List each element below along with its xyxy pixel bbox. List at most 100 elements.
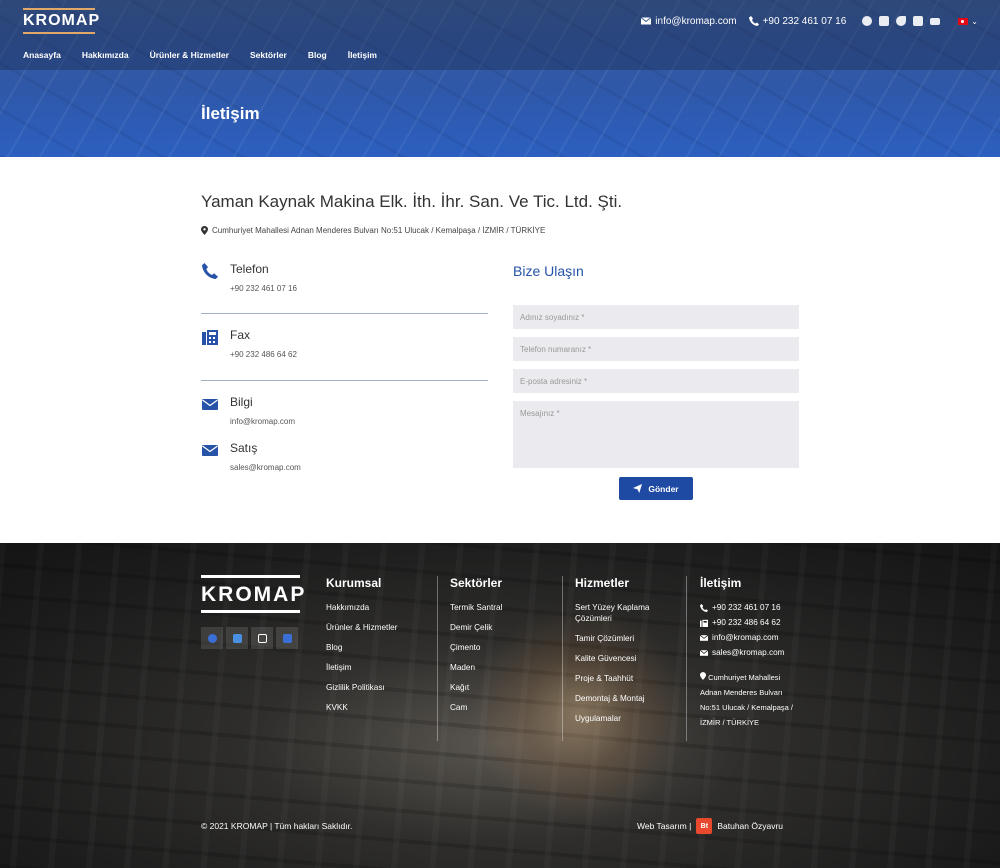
language-selector[interactable]: ⌄ — [958, 17, 978, 26]
footer-email[interactable]: info@kromap.com — [700, 632, 810, 643]
footer-divider — [686, 576, 687, 741]
footer-link[interactable]: Ürünler & Hizmetler — [326, 622, 397, 633]
footer-link[interactable]: Gizlilik Politikası — [326, 682, 397, 693]
phone-input[interactable]: Telefon numaranız * — [513, 337, 799, 361]
footer-link[interactable]: KVKK — [326, 702, 397, 713]
company-name: Yaman Kaynak Makina Elk. İth. İhr. San. … — [201, 192, 623, 211]
hero-banner: KROMAP info@kromap.com +90 232 461 07 16… — [0, 0, 1000, 157]
map-pin-icon — [201, 226, 208, 235]
site-logo[interactable]: KROMAP — [23, 8, 99, 34]
nav-home[interactable]: Anasayfa — [23, 50, 61, 60]
footer-col-title: Sektörler — [450, 576, 503, 590]
footer-link[interactable]: Çimento — [450, 642, 502, 653]
footer-link[interactable]: Cam — [450, 702, 502, 713]
footer-sales-email[interactable]: sales@kromap.com — [700, 647, 810, 658]
linkedin-icon[interactable] — [913, 16, 924, 26]
turkey-flag-icon — [958, 17, 969, 25]
footer-social-links — [201, 627, 298, 649]
footer-col-iletisim: İletişim +90 232 461 07 16 +90 232 486 6… — [700, 576, 810, 734]
linkedin-icon[interactable] — [276, 627, 298, 649]
twitter-icon[interactable] — [896, 16, 907, 26]
nav-contact[interactable]: İletişim — [348, 50, 377, 60]
contact-sales-value[interactable]: sales@kromap.com — [230, 463, 301, 472]
footer-link[interactable]: Maden — [450, 662, 502, 673]
footer-divider — [437, 576, 438, 741]
nav-about[interactable]: Hakkımızda — [82, 50, 129, 60]
facebook-icon[interactable] — [201, 627, 223, 649]
contact-divider — [201, 380, 488, 381]
twitter-icon[interactable] — [226, 627, 248, 649]
youtube-icon[interactable] — [930, 17, 941, 25]
contact-phone-value[interactable]: +90 232 461 07 16 — [230, 284, 297, 293]
chevron-down-icon: ⌄ — [971, 16, 978, 26]
envelope-icon — [202, 445, 218, 456]
send-button[interactable]: Gönder — [619, 477, 693, 500]
footer-col-title: Kurumsal — [326, 576, 382, 590]
company-address: Cumhuriyet Mahallesi Adnan Menderes Bulv… — [201, 226, 545, 235]
contact-fax-title: Fax — [230, 328, 251, 342]
instagram-icon[interactable] — [251, 627, 273, 649]
envelope-icon — [202, 399, 218, 410]
main-nav: Anasayfa Hakkımızda Ürünler & Hizmetler … — [23, 50, 377, 60]
copyright: © 2021 KROMAP | Tüm hakları Saklıdır. — [201, 821, 353, 831]
name-input[interactable]: Adınız soyadınız * — [513, 305, 799, 329]
credit-label: Web Tasarım | — [637, 821, 692, 831]
footer-col-title: İletişim — [700, 576, 742, 590]
footer-link[interactable]: İletişim — [326, 662, 397, 673]
header-email-link[interactable]: info@kromap.com — [641, 15, 737, 27]
header-phone-link[interactable]: +90 232 461 07 16 — [748, 15, 847, 27]
designer-credit[interactable]: Web Tasarım | Bt Batuhan Özyavru — [637, 818, 783, 834]
header-phone: +90 232 461 07 16 — [762, 15, 847, 27]
footer-link[interactable]: Hakkımızda — [326, 602, 397, 613]
footer-link[interactable]: Tamir Çözümleri — [575, 633, 675, 644]
email-input[interactable]: E-posta adresiniz * — [513, 369, 799, 393]
footer-link[interactable]: Uygulamalar — [575, 713, 675, 724]
contact-phone-title: Telefon — [230, 262, 269, 276]
contact-fax-value: +90 232 486 64 62 — [230, 350, 297, 359]
footer-col-title: Hizmetler — [575, 576, 630, 590]
nav-products[interactable]: Ürünler & Hizmetler — [150, 50, 229, 60]
contact-sales-title: Satış — [230, 441, 258, 455]
footer: KROMAP Kurumsal Hakkımızda Ürünler & Hiz… — [0, 543, 1000, 868]
envelope-icon — [700, 634, 708, 641]
phone-icon — [202, 263, 218, 279]
footer-link[interactable]: Kağıt — [450, 682, 502, 693]
footer-link[interactable]: Termik Santral — [450, 602, 502, 613]
contact-info-value[interactable]: info@kromap.com — [230, 417, 295, 426]
credit-name: Batuhan Özyavru — [717, 821, 784, 831]
footer-link[interactable]: Kalite Güvencesi — [575, 653, 675, 664]
footer-divider — [562, 576, 563, 741]
phone-icon — [700, 603, 708, 612]
address-text: Cumhuriyet Mahallesi Adnan Menderes Bulv… — [212, 226, 546, 235]
contact-divider — [201, 313, 488, 314]
footer-link[interactable]: Demir Çelik — [450, 622, 502, 633]
contact-info-title: Bilgi — [230, 395, 253, 409]
footer-link[interactable]: Proje & Taahhüt — [575, 673, 675, 684]
phone-icon — [748, 16, 759, 26]
footer-link[interactable]: Sert Yüzey Kaplama Çözümleri — [575, 602, 675, 624]
contact-sales: Satış sales@kromap.com — [201, 441, 488, 481]
message-textarea[interactable]: Mesajınız * — [513, 401, 799, 468]
instagram-icon[interactable] — [879, 16, 890, 26]
paper-plane-icon — [633, 484, 643, 493]
send-button-label: Gönder — [648, 483, 679, 494]
nav-blog[interactable]: Blog — [308, 50, 327, 60]
footer-col-sektorler: Sektörler Termik Santral Demir Çelik Çim… — [450, 576, 502, 722]
designer-logo-icon: Bt — [696, 818, 713, 834]
envelope-icon — [700, 649, 708, 656]
footer-address: Cumhuriyet Mahallesi Adnan Menderes Bulv… — [700, 672, 793, 727]
footer-link[interactable]: Blog — [326, 642, 397, 653]
header-email: info@kromap.com — [655, 15, 737, 27]
map-pin-icon — [700, 672, 706, 680]
footer-logo[interactable]: KROMAP — [201, 575, 307, 613]
contact-phone: Telefon +90 232 461 07 16 — [201, 262, 488, 302]
contact-fax: Fax +90 232 486 64 62 — [201, 328, 488, 368]
fax-icon — [202, 330, 218, 345]
footer-phone[interactable]: +90 232 461 07 16 — [700, 602, 810, 613]
nav-sectors[interactable]: Sektörler — [250, 50, 287, 60]
header-social-links — [862, 16, 941, 26]
footer-logo-text: KROMAP — [201, 583, 307, 606]
contact-form-title: Bize Ulaşın — [513, 263, 584, 279]
footer-link[interactable]: Demontaj & Montaj — [575, 693, 675, 704]
facebook-icon[interactable] — [862, 16, 873, 26]
